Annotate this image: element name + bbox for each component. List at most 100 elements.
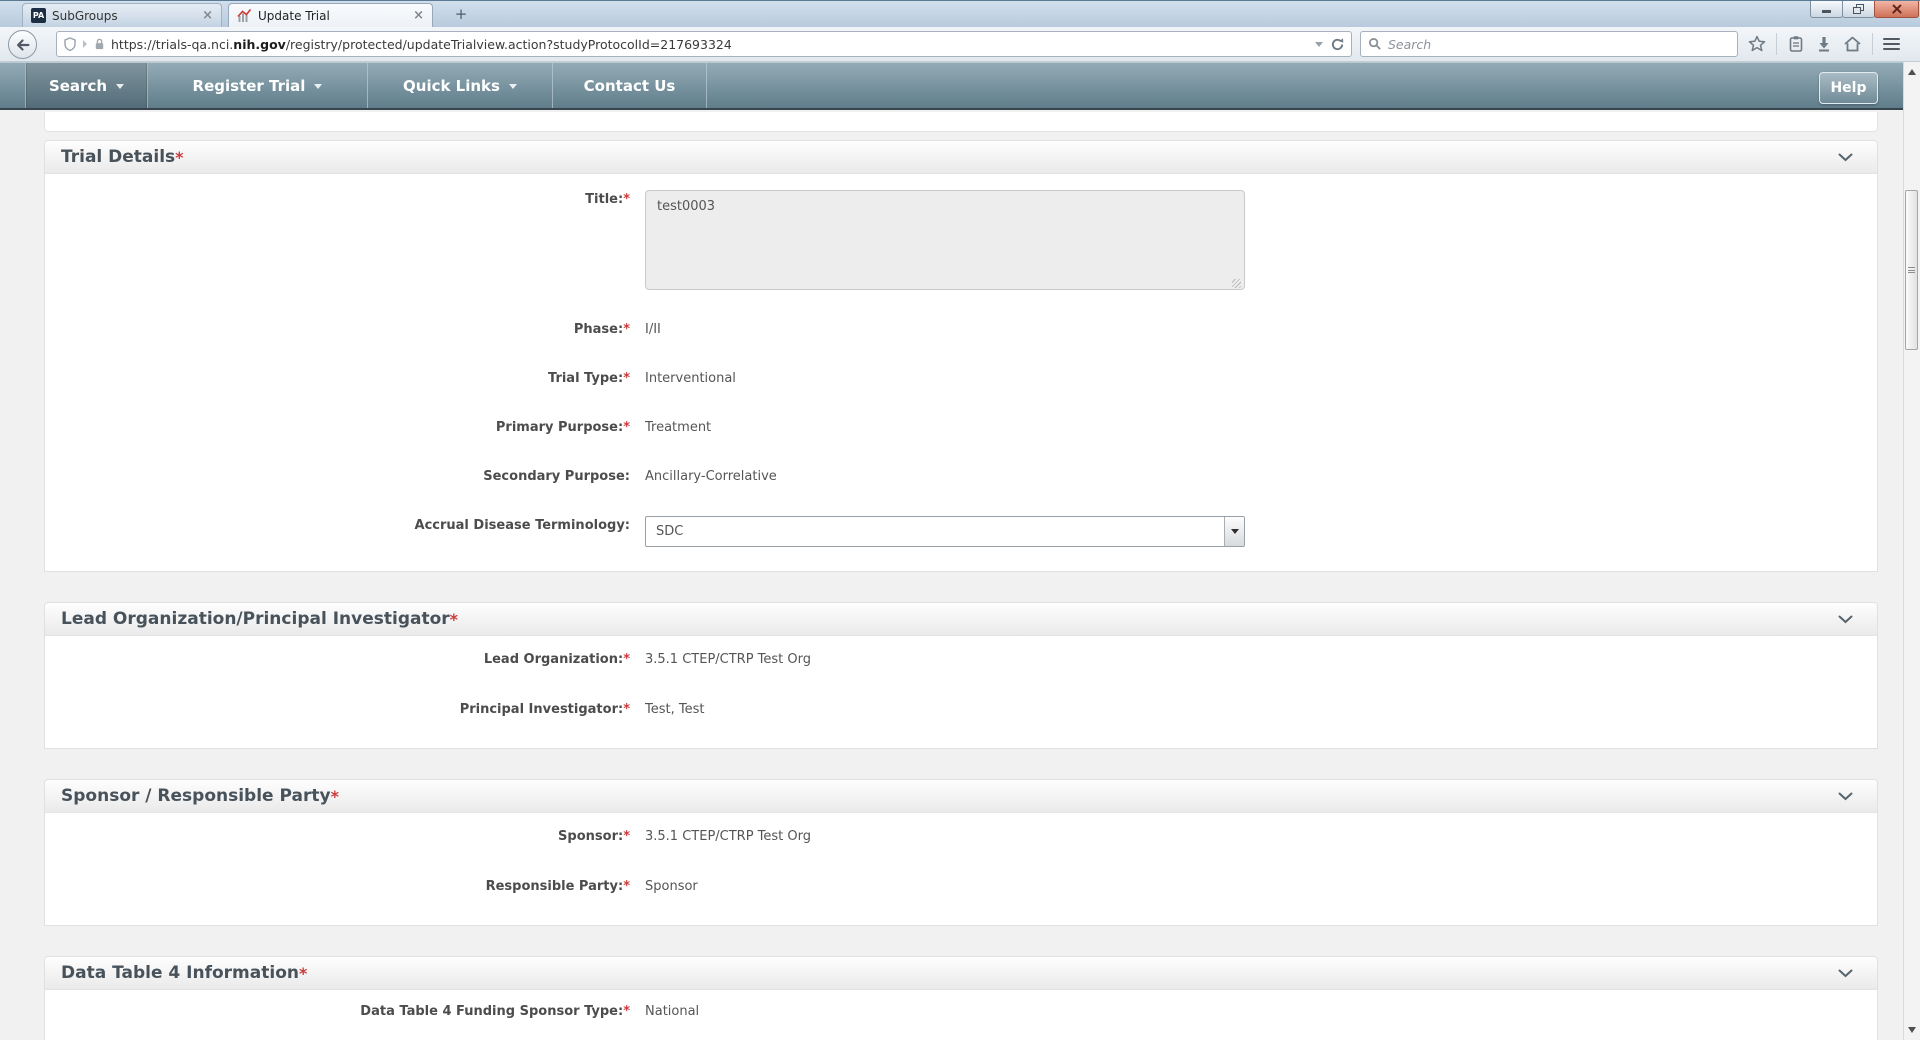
required-marker: * <box>450 610 458 629</box>
field-value-primary-purpose: Treatment <box>645 418 711 438</box>
menu-label: Contact Us <box>584 77 676 95</box>
chevron-down-icon[interactable] <box>1838 615 1853 624</box>
vertical-scrollbar[interactable] <box>1903 62 1920 1040</box>
field-label-principal-investigator: Principal Investigator:* <box>45 700 630 720</box>
arrow-down-icon <box>1908 1027 1916 1033</box>
arrow-up-icon <box>1908 69 1916 75</box>
field-label-lead-organization: Lead Organization:* <box>45 650 630 670</box>
section-header[interactable]: Lead Organization/Principal Investigator… <box>45 603 1877 636</box>
field-label-secondary-purpose: Secondary Purpose: <box>45 467 630 487</box>
accrual-disease-terminology-select[interactable]: SDC <box>645 516 1245 547</box>
section-header[interactable]: Trial Details* <box>45 141 1877 174</box>
title-textarea[interactable]: test0003 <box>645 190 1245 290</box>
field-value-responsible-party: Sponsor <box>645 877 698 897</box>
download-icon[interactable] <box>1815 35 1833 53</box>
toolbar-icons <box>1748 29 1900 59</box>
tab-label: Update Trial <box>258 9 407 23</box>
url-bar[interactable]: https://trials-qa.nci.nih.gov/registry/p… <box>56 31 1352 57</box>
tab-bar: PA SubGroups × Update Trial × + <box>0 0 1920 27</box>
chevron-down-icon[interactable] <box>1838 969 1853 978</box>
required-marker: * <box>623 829 630 844</box>
tab-subgroups[interactable]: PA SubGroups × <box>22 3 222 27</box>
field-label-title: Title:* <box>45 190 630 210</box>
section-header[interactable]: Data Table 4 Information* <box>45 957 1877 990</box>
bookmark-star-icon[interactable] <box>1748 35 1766 53</box>
restore-icon <box>1853 4 1864 14</box>
section-trial-details: Trial Details* Title:* test0003 Phase:* … <box>44 140 1878 572</box>
section-title: Sponsor / Responsible Party <box>61 786 331 806</box>
menu-label: Quick Links <box>403 77 500 95</box>
reload-icon[interactable] <box>1330 37 1345 52</box>
chart-icon <box>237 8 252 23</box>
page-content: Trial Details* Title:* test0003 Phase:* … <box>0 110 1903 1040</box>
shield-icon <box>63 37 77 52</box>
field-label-sponsor: Sponsor:* <box>45 827 630 847</box>
close-icon[interactable]: × <box>202 9 213 22</box>
required-marker: * <box>623 420 630 435</box>
field-label-dt4-funding-sponsor-type: Data Table 4 Funding Sponsor Type:* <box>45 1002 630 1022</box>
section-header[interactable]: Sponsor / Responsible Party* <box>45 780 1877 813</box>
help-button[interactable]: Help <box>1819 72 1878 104</box>
section-title: Data Table 4 Information <box>61 963 299 983</box>
close-window-button[interactable] <box>1874 1 1919 18</box>
home-icon[interactable] <box>1843 35 1862 53</box>
scrollbar-thumb[interactable] <box>1905 190 1918 350</box>
chevron-right-icon <box>83 40 87 48</box>
scroll-up-button[interactable] <box>1904 64 1920 80</box>
resize-handle-icon[interactable] <box>1232 279 1241 288</box>
menu-search[interactable]: Search <box>25 63 148 108</box>
menu-register-trial[interactable]: Register Trial <box>148 63 368 108</box>
clipboard-icon[interactable] <box>1787 35 1805 53</box>
field-label-primary-purpose: Primary Purpose:* <box>45 418 630 438</box>
chevron-down-icon <box>314 84 322 89</box>
field-value-sponsor: 3.5.1 CTEP/CTRP Test Org <box>645 827 811 847</box>
section-title: Trial Details <box>61 147 175 167</box>
required-marker: * <box>331 787 339 806</box>
close-icon <box>1891 4 1903 15</box>
select-dropdown-button[interactable] <box>1224 517 1244 546</box>
chevron-down-icon <box>509 84 517 89</box>
field-value-lead-organization: 3.5.1 CTEP/CTRP Test Org <box>645 650 811 670</box>
field-label-responsible-party: Responsible Party:* <box>45 877 630 897</box>
divider <box>1776 33 1777 55</box>
required-marker: * <box>299 964 307 983</box>
pa-badge-icon: PA <box>31 8 46 23</box>
menu-icon[interactable] <box>1883 38 1900 51</box>
menu-label: Register Trial <box>193 77 306 95</box>
field-value-dt4-funding-sponsor-type: National <box>645 1002 699 1022</box>
urlbar-dropdown-icon[interactable] <box>1315 42 1323 47</box>
new-tab-button[interactable]: + <box>448 5 474 25</box>
menu-contact-us[interactable]: Contact Us <box>553 63 707 108</box>
back-button[interactable] <box>8 30 37 59</box>
search-icon <box>1368 37 1382 51</box>
required-marker: * <box>623 1004 630 1019</box>
close-icon[interactable]: × <box>413 9 424 22</box>
search-input[interactable] <box>1388 37 1730 52</box>
app-menubar: Search Register Trial Quick Links Contac… <box>0 62 1920 110</box>
field-value-secondary-purpose: Ancillary-Correlative <box>645 467 777 487</box>
url-text: https://trials-qa.nci.nih.gov/registry/p… <box>111 37 1308 52</box>
tab-label: SubGroups <box>52 9 196 23</box>
required-marker: * <box>623 702 630 717</box>
window-controls <box>1811 1 1919 18</box>
lock-icon <box>93 37 106 51</box>
search-box[interactable] <box>1360 31 1738 57</box>
tab-update-trial[interactable]: Update Trial × <box>228 3 433 27</box>
restore-button[interactable] <box>1842 1 1875 18</box>
section-sponsor: Sponsor / Responsible Party* Sponsor:* 3… <box>44 779 1878 926</box>
section-title: Lead Organization/Principal Investigator <box>61 609 450 629</box>
chevron-down-icon[interactable] <box>1838 792 1853 801</box>
required-marker: * <box>623 322 630 337</box>
chevron-down-icon <box>1231 529 1239 534</box>
scroll-down-button[interactable] <box>1904 1022 1920 1038</box>
select-value: SDC <box>646 524 1224 539</box>
menu-quick-links[interactable]: Quick Links <box>368 63 553 108</box>
field-value-phase: I/II <box>645 320 661 340</box>
field-value-trial-type: Interventional <box>645 369 736 389</box>
navigation-toolbar: https://trials-qa.nci.nih.gov/registry/p… <box>0 27 1920 62</box>
field-label-phase: Phase:* <box>45 320 630 340</box>
menu-label: Search <box>49 77 107 95</box>
chevron-down-icon[interactable] <box>1838 153 1853 162</box>
required-marker: * <box>175 148 183 167</box>
minimize-button[interactable] <box>1810 1 1843 18</box>
